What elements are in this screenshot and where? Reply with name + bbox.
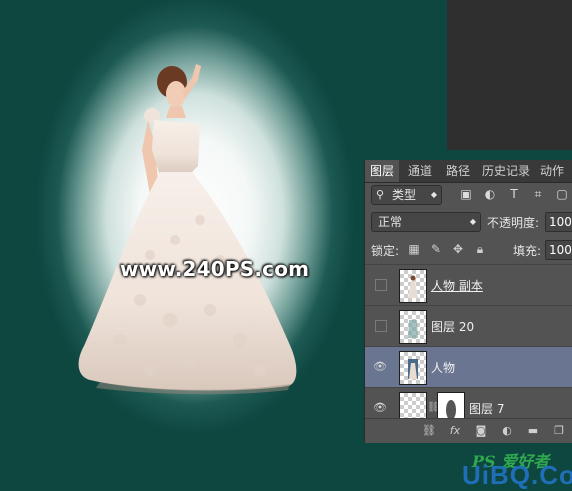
layer-thumbnail	[399, 269, 427, 303]
layer-thumbnail	[399, 310, 427, 344]
layer-thumbnail	[399, 351, 427, 385]
eye-icon[interactable]: 👁︎	[373, 360, 387, 374]
watermark-text: www.240PS.com	[120, 257, 310, 281]
stepper-arrows-icon: ◆	[469, 217, 476, 226]
layer-name[interactable]: 图层 7	[469, 400, 504, 417]
tab-history[interactable]: 历史记录	[477, 160, 535, 182]
lock-label: 锁定:	[371, 244, 400, 258]
mask-icon[interactable]: ◙	[473, 423, 489, 439]
stepper-arrows-icon: ◆	[430, 190, 437, 199]
tab-paths[interactable]: 路径	[441, 160, 475, 182]
lock-position-icon[interactable]: ✥	[451, 242, 465, 256]
layer-name[interactable]: 人物	[431, 359, 455, 376]
filter-label: 类型	[392, 188, 417, 202]
fx-icon[interactable]: fx	[447, 423, 463, 439]
folder-icon[interactable]: ▬	[525, 423, 541, 439]
layer-name[interactable]: 图层 20	[431, 318, 474, 335]
new-layer-icon[interactable]: ❐	[551, 423, 567, 439]
adjustment-icon[interactable]: ◐	[499, 423, 515, 439]
link-icon[interactable]: ⛓︎	[421, 423, 437, 439]
image-filter-icon[interactable]: ▣	[458, 186, 474, 202]
eye-icon[interactable]: 👁︎	[373, 401, 387, 415]
adjustment-filter-icon[interactable]: ◐	[482, 186, 498, 202]
smart-object-filter-icon[interactable]: ▢	[554, 186, 570, 202]
logo-main-text: UiBQ.CoM	[462, 460, 572, 490]
lock-transparency-icon[interactable]: ▦	[407, 242, 421, 256]
fill-label: 填充:	[513, 244, 542, 258]
tab-actions[interactable]: 动作	[535, 160, 569, 182]
opacity-field[interactable]: 100%	[545, 212, 572, 232]
search-icon: ⚲	[376, 188, 385, 201]
visibility-toggle-off[interactable]	[375, 320, 387, 332]
visibility-toggle-off[interactable]	[375, 279, 387, 291]
panel-footer: ⛓︎ fx ◙ ◐ ▬ ❐	[365, 418, 572, 443]
site-logo: PS 爱好者 UiBQ.CoM	[422, 448, 572, 491]
lock-all-icon[interactable]: 🔒︎	[473, 242, 487, 256]
layer-filter-select[interactable]: ⚲ 类型 ◆	[371, 185, 442, 205]
tab-layers[interactable]: 图层	[365, 160, 400, 182]
layer-row[interactable]: 图层 20	[365, 305, 572, 346]
fill-field[interactable]: 100%	[545, 240, 572, 260]
lock-pixels-icon[interactable]: ✎	[429, 242, 443, 256]
shape-filter-icon[interactable]: ⌗	[530, 186, 546, 202]
layer-row-selected[interactable]: 👁︎ 人物	[365, 346, 572, 387]
tab-channels[interactable]: 通道	[403, 160, 437, 182]
type-filter-icon[interactable]: T	[506, 186, 522, 202]
blend-mode-select[interactable]: 正常 ◆	[371, 212, 481, 232]
blend-mode-value: 正常	[378, 215, 403, 229]
layer-row[interactable]: 人物 副本	[365, 264, 572, 305]
opacity-label: 不透明度:	[487, 216, 540, 230]
layers-panel: 图层 通道 路径 历史记录 动作 ⚲ 类型 ◆ ▣ ◐ T ⌗ ▢ 正常 ◆ 不…	[364, 160, 572, 443]
panel-tabs: 图层 通道 路径 历史记录 动作	[365, 160, 572, 183]
layer-name[interactable]: 人物 副本	[431, 277, 483, 294]
